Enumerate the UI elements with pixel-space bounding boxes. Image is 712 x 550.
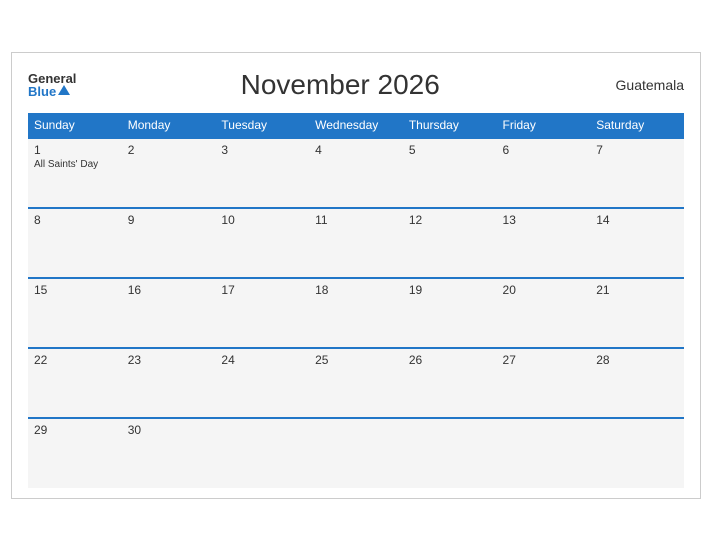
calendar-header: General Blue November 2026 Guatemala xyxy=(28,69,684,101)
day-number: 18 xyxy=(315,283,397,297)
day-number: 21 xyxy=(596,283,678,297)
day-number: 28 xyxy=(596,353,678,367)
day-number: 13 xyxy=(503,213,585,227)
day-number: 30 xyxy=(128,423,210,437)
day-number: 25 xyxy=(315,353,397,367)
day-number: 10 xyxy=(221,213,303,227)
header-monday: Monday xyxy=(122,113,216,138)
day-cell: 21 xyxy=(590,278,684,348)
day-cell: 23 xyxy=(122,348,216,418)
day-number: 2 xyxy=(128,143,210,157)
day-cell: 17 xyxy=(215,278,309,348)
day-event: All Saints' Day xyxy=(34,159,116,170)
day-cell: 16 xyxy=(122,278,216,348)
day-number: 27 xyxy=(503,353,585,367)
day-cell: 1 All Saints' Day xyxy=(28,138,122,208)
day-cell: 19 xyxy=(403,278,497,348)
week-row-2: 89 10 11 12 13 14 xyxy=(28,208,684,278)
day-number: 5 xyxy=(409,143,491,157)
day-number: 14 xyxy=(596,213,678,227)
day-number: 6 xyxy=(503,143,585,157)
week-row-1: 1 All Saints' Day 234567 xyxy=(28,138,684,208)
day-number: 17 xyxy=(221,283,303,297)
week-row-3: 15 16 17 18 19 20 21 xyxy=(28,278,684,348)
country-label: Guatemala xyxy=(604,77,684,93)
day-cell: 29 xyxy=(28,418,122,488)
week-row-4: 22 23 24 25 26 27 28 xyxy=(28,348,684,418)
weekday-header-row: Sunday Monday Tuesday Wednesday Thursday… xyxy=(28,113,684,138)
day-cell: 11 xyxy=(309,208,403,278)
day-cell: 6 xyxy=(497,138,591,208)
day-number: 24 xyxy=(221,353,303,367)
calendar-container: General Blue November 2026 Guatemala Sun… xyxy=(11,52,701,499)
day-cell: 7 xyxy=(590,138,684,208)
day-cell: 26 xyxy=(403,348,497,418)
day-number: 3 xyxy=(221,143,303,157)
day-cell: 8 xyxy=(28,208,122,278)
day-cell: 14 xyxy=(590,208,684,278)
day-cell xyxy=(215,418,309,488)
header-tuesday: Tuesday xyxy=(215,113,309,138)
day-cell: 15 xyxy=(28,278,122,348)
day-cell: 3 xyxy=(215,138,309,208)
day-number: 12 xyxy=(409,213,491,227)
day-number: 22 xyxy=(34,353,116,367)
day-number: 26 xyxy=(409,353,491,367)
day-number: 8 xyxy=(34,213,116,227)
logo-triangle-icon xyxy=(58,85,70,95)
calendar-title: November 2026 xyxy=(76,69,604,101)
day-cell xyxy=(309,418,403,488)
day-cell: 9 xyxy=(122,208,216,278)
day-cell: 28 xyxy=(590,348,684,418)
day-number: 15 xyxy=(34,283,116,297)
day-cell xyxy=(590,418,684,488)
day-cell: 2 xyxy=(122,138,216,208)
day-cell: 13 xyxy=(497,208,591,278)
day-number: 11 xyxy=(315,213,397,227)
logo: General Blue xyxy=(28,72,76,98)
day-number: 7 xyxy=(596,143,678,157)
day-number: 19 xyxy=(409,283,491,297)
day-cell: 4 xyxy=(309,138,403,208)
day-cell xyxy=(403,418,497,488)
logo-general-text: General xyxy=(28,72,76,85)
day-cell xyxy=(497,418,591,488)
header-thursday: Thursday xyxy=(403,113,497,138)
day-cell: 30 xyxy=(122,418,216,488)
calendar-table: Sunday Monday Tuesday Wednesday Thursday… xyxy=(28,113,684,488)
day-cell: 10 xyxy=(215,208,309,278)
day-number: 4 xyxy=(315,143,397,157)
day-number: 23 xyxy=(128,353,210,367)
logo-blue-text: Blue xyxy=(28,85,56,98)
day-cell: 20 xyxy=(497,278,591,348)
day-number: 20 xyxy=(503,283,585,297)
day-cell: 5 xyxy=(403,138,497,208)
day-cell: 12 xyxy=(403,208,497,278)
header-wednesday: Wednesday xyxy=(309,113,403,138)
day-cell: 18 xyxy=(309,278,403,348)
day-number: 1 xyxy=(34,143,116,157)
header-friday: Friday xyxy=(497,113,591,138)
header-saturday: Saturday xyxy=(590,113,684,138)
day-cell: 25 xyxy=(309,348,403,418)
week-row-5: 29 30 xyxy=(28,418,684,488)
day-cell: 22 xyxy=(28,348,122,418)
header-sunday: Sunday xyxy=(28,113,122,138)
day-number: 29 xyxy=(34,423,116,437)
day-cell: 27 xyxy=(497,348,591,418)
day-cell: 24 xyxy=(215,348,309,418)
day-number: 16 xyxy=(128,283,210,297)
day-number: 9 xyxy=(128,213,210,227)
